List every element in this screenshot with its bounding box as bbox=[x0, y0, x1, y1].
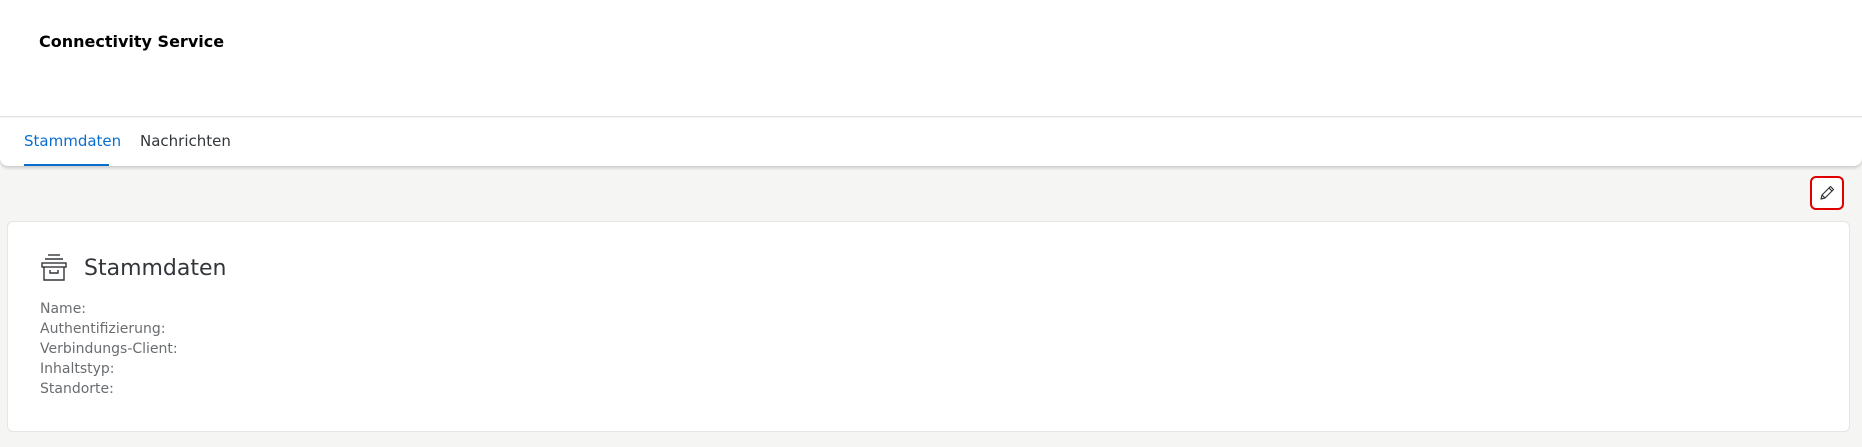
stammdaten-card: Stammdaten Name: Authentifizierung: Verb… bbox=[7, 221, 1850, 432]
page: Connectivity Service Stammdaten Nachrich… bbox=[0, 0, 1862, 447]
archive-box-icon bbox=[41, 254, 67, 281]
tab-nachrichten[interactable]: Nachrichten bbox=[140, 118, 231, 166]
app-title: Connectivity Service bbox=[39, 32, 225, 51]
field-verbindungs-client-label: Verbindungs-Client: bbox=[40, 341, 178, 357]
pencil-icon bbox=[1820, 185, 1835, 200]
field-authentifizierung-label: Authentifizierung: bbox=[40, 321, 166, 337]
tab-bar: Stammdaten Nachrichten bbox=[0, 118, 1862, 166]
edit-button[interactable] bbox=[1810, 176, 1844, 210]
card-title: Stammdaten bbox=[84, 256, 227, 281]
field-list: Name: Authentifizierung: Verbindungs-Cli… bbox=[40, 299, 178, 399]
field-name-label: Name: bbox=[40, 301, 87, 317]
field-inhaltstyp-label: Inhaltstyp: bbox=[40, 361, 115, 377]
page-header: Connectivity Service bbox=[0, 0, 1862, 117]
field-standorte-label: Standorte: bbox=[40, 381, 114, 397]
tab-stammdaten[interactable]: Stammdaten bbox=[24, 118, 121, 166]
